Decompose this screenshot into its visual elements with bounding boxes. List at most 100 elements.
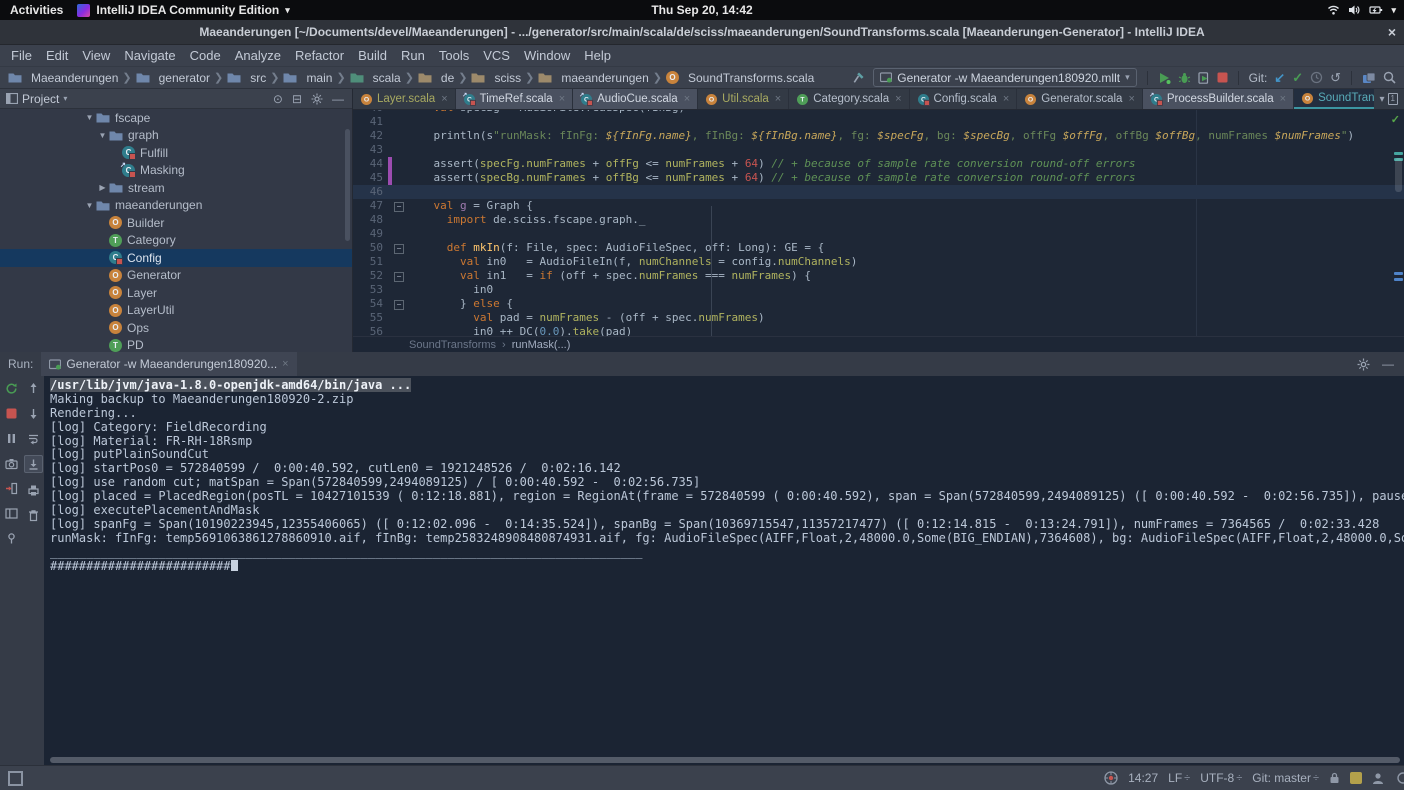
tab-close-icon[interactable]: × [684,93,690,105]
editor-scrollbar[interactable] [1395,158,1402,192]
tree-arrow-icon[interactable]: ▼ [96,131,109,140]
inspections-ok-icon[interactable]: ✓ [1391,113,1400,126]
locate-file-icon[interactable]: ⊙ [273,92,283,106]
error-stripe-mark[interactable] [1394,152,1403,155]
fold-collapse-icon[interactable]: − [394,272,404,282]
project-settings-gear-icon[interactable] [311,93,323,105]
menu-edit[interactable]: Edit [39,48,75,63]
tree-item-config[interactable]: CConfig [0,249,352,267]
changes-view-button[interactable] [1362,72,1376,84]
soft-wrap-icon[interactable] [25,430,42,446]
app-menu[interactable]: IntelliJ IDEA Community Edition ▾ [77,3,289,17]
build-hammer-icon[interactable] [852,71,866,84]
breadcrumb-class[interactable]: SoundTransforms [409,339,496,351]
ide-updates-icon[interactable] [1350,772,1362,784]
prev-occurrence-icon[interactable] [25,380,42,396]
breadcrumb-item-src[interactable]: src [227,71,266,85]
tab-close-icon[interactable]: × [895,93,901,105]
editor-tab-config-scala[interactable]: CConfig.scala× [910,89,1018,109]
tab-close-icon[interactable]: × [1003,93,1009,105]
run-console-tab[interactable]: Generator -w Maeanderungen180920... × [41,352,296,376]
thread-dump-camera-icon[interactable] [3,455,20,471]
editor-tab-generator-scala[interactable]: OGenerator.scala× [1017,89,1143,109]
next-occurrence-icon[interactable] [25,405,42,421]
fold-collapse-icon[interactable]: − [394,202,404,212]
toolwindow-toggle-icon[interactable] [8,771,23,786]
tree-item-stream[interactable]: ▶stream [0,179,352,197]
vcs-update-button[interactable]: ↙ [1274,72,1285,84]
run-button[interactable] [1158,72,1171,84]
system-tray[interactable]: ▾ [1327,4,1404,16]
tree-item-layer[interactable]: OLayer [0,284,352,302]
menu-help[interactable]: Help [577,48,618,63]
tree-item-layerutil[interactable]: OLayerUtil [0,302,352,320]
pin-tab-icon[interactable] [3,530,20,546]
fold-collapse-icon[interactable]: − [394,300,404,310]
console-hscrollbar[interactable] [50,757,1400,763]
window-close-button[interactable]: × [1388,20,1396,44]
console-output[interactable]: /usr/lib/jvm/java-1.8.0-openjdk-amd64/bi… [44,376,1404,766]
tree-item-ops[interactable]: OOps [0,319,352,337]
tree-item-category[interactable]: TCategory [0,232,352,250]
stop-button[interactable] [1217,72,1228,83]
tree-item-graph[interactable]: ▼graph [0,127,352,145]
tree-arrow-icon[interactable]: ▼ [83,113,96,122]
menu-file[interactable]: File [4,48,39,63]
encoding-widget[interactable]: UTF-8÷ [1200,771,1242,785]
readonly-lock-icon[interactable] [1329,772,1340,784]
tab-bar-corner[interactable]: ▾ 1 [1374,89,1404,109]
tree-item-maeanderungen[interactable]: ▼maeanderungen [0,197,352,215]
menu-refactor[interactable]: Refactor [288,48,351,63]
tab-close-icon[interactable]: × [775,93,781,105]
status-time[interactable]: 14:27 [1128,771,1158,785]
exit-icon[interactable] [3,480,20,496]
search-everywhere-button[interactable] [1383,71,1396,84]
tree-item-generator[interactable]: OGenerator [0,267,352,285]
highlighting-level-icon[interactable] [1372,772,1384,785]
error-stripe-mark[interactable] [1394,272,1403,275]
tab-close-icon[interactable]: × [559,93,565,105]
tab-close-icon[interactable]: × [1128,93,1134,105]
menu-run[interactable]: Run [394,48,432,63]
error-stripe-mark[interactable] [1394,278,1403,281]
breadcrumb-item-generator[interactable]: generator [136,71,210,85]
scroll-to-end-icon[interactable] [24,455,43,473]
project-scrollbar[interactable] [345,129,350,241]
tab-close-icon[interactable]: × [441,93,447,105]
git-branch-widget[interactable]: Git: master÷ [1252,771,1319,785]
menu-window[interactable]: Window [517,48,577,63]
breadcrumb-item-main[interactable]: main [283,71,332,85]
clear-all-icon[interactable] [25,507,42,523]
line-separator-widget[interactable]: LF÷ [1168,771,1190,785]
breadcrumb-item-scala[interactable]: scala [350,71,401,85]
editor-tab-audiocue-scala[interactable]: C↗AudioCue.scala× [573,89,698,109]
tree-item-fscape[interactable]: ▼fscape [0,109,352,127]
menu-build[interactable]: Build [351,48,394,63]
restore-layout-icon[interactable] [3,505,20,521]
pause-output-icon[interactable] [3,430,20,446]
breadcrumb-item-maeanderungen[interactable]: maeanderungen [538,71,648,85]
tree-item-fulfill[interactable]: CFulfill [0,144,352,162]
menu-navigate[interactable]: Navigate [117,48,182,63]
debug-button[interactable] [1178,72,1191,84]
project-tool-header[interactable]: Project ▾ ⊙ ⊟ — [0,89,352,109]
hidden-tabs-badge[interactable]: 1 [1388,93,1398,105]
hide-run-window-icon[interactable]: — [1382,357,1394,371]
tree-item-pd[interactable]: TPD [0,337,352,353]
dartboard-icon[interactable] [1104,771,1118,785]
editor-tab-timeref-scala[interactable]: C↗TimeRef.scala× [456,89,574,109]
breadcrumb-item-de[interactable]: de [418,71,454,85]
tree-arrow-icon[interactable]: ▶ [96,183,109,192]
vcs-commit-button[interactable]: ✓ [1292,72,1303,84]
tree-item-builder[interactable]: OBuilder [0,214,352,232]
print-icon[interactable] [25,482,42,498]
code-editor[interactable]: 40 val specBg = AudioFile.readSpec(fInBg… [353,110,1404,337]
fold-collapse-icon[interactable]: − [394,244,404,254]
vcs-history-button[interactable] [1310,71,1323,84]
menu-code[interactable]: Code [183,48,228,63]
breadcrumb-member[interactable]: runMask(...) [512,339,571,351]
vcs-rollback-button[interactable]: ↺ [1330,72,1341,84]
editor-tab-util-scala[interactable]: OUtil.scala× [698,89,789,109]
run-settings-gear-icon[interactable] [1357,358,1370,371]
editor-tab-category-scala[interactable]: TCategory.scala× [789,89,909,109]
